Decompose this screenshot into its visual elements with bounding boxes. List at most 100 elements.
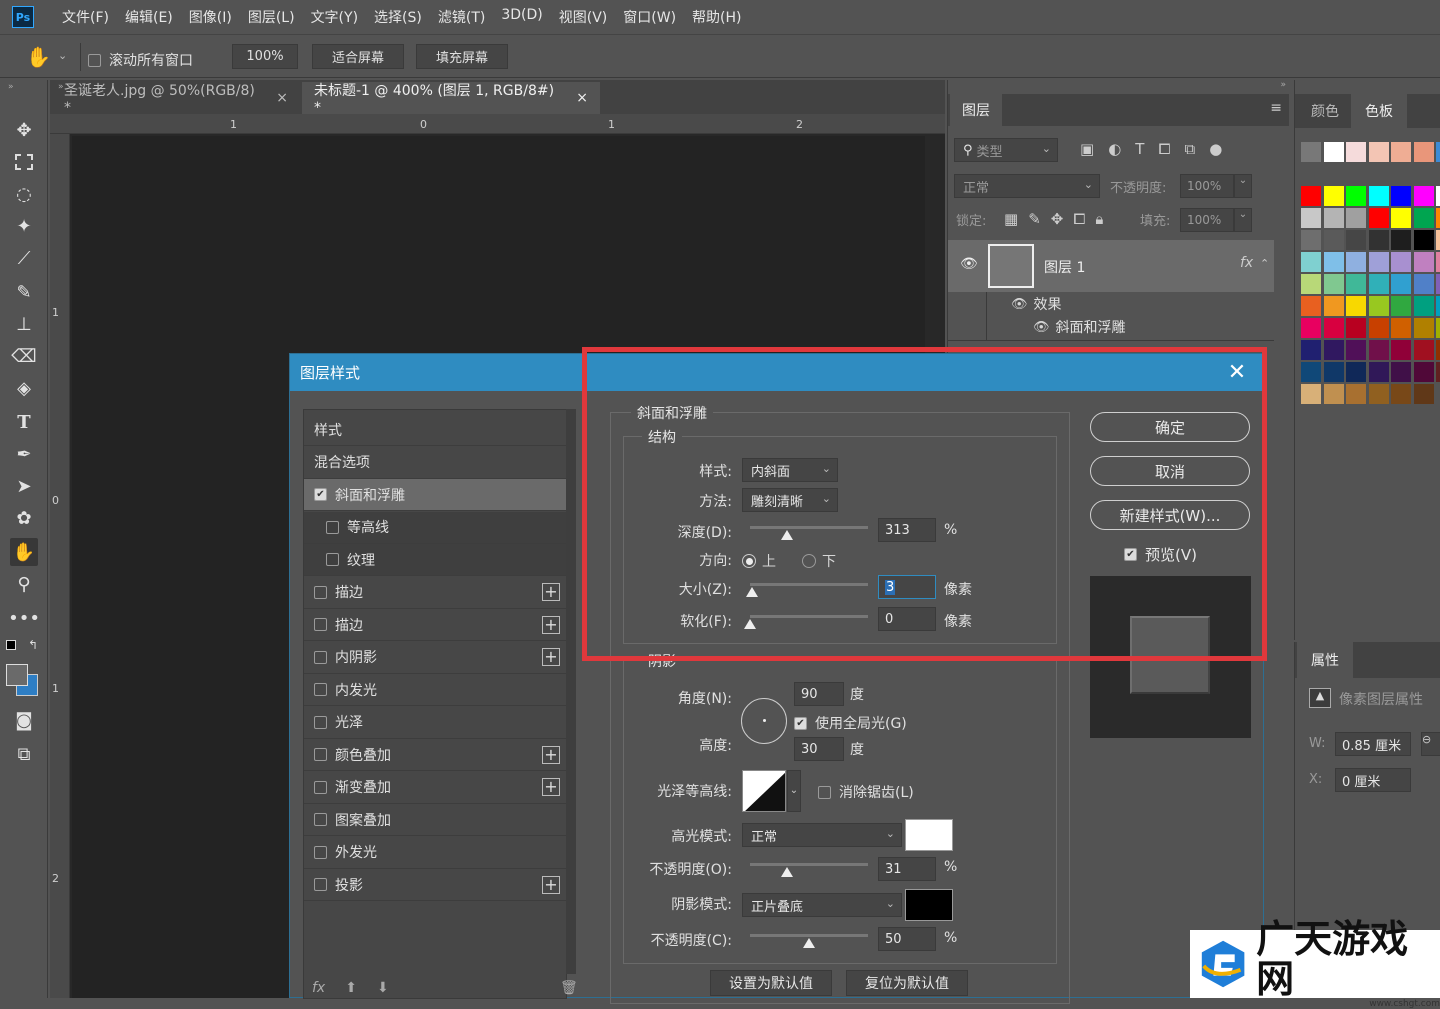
add-icon[interactable]: + xyxy=(542,648,560,666)
marquee-tool-icon[interactable] xyxy=(10,148,38,176)
color-swatch[interactable] xyxy=(1413,384,1434,404)
checkbox-icon[interactable] xyxy=(314,650,327,664)
shape-filter-icon[interactable]: ⧠ xyxy=(1158,140,1170,158)
color-swatch[interactable] xyxy=(1436,230,1440,250)
checkbox-icon[interactable] xyxy=(326,520,339,534)
color-swatch[interactable] xyxy=(1346,318,1366,338)
menu-item[interactable]: 文字(Y) xyxy=(303,7,366,27)
color-swatch[interactable] xyxy=(1368,230,1389,250)
color-swatch[interactable] xyxy=(1301,208,1321,228)
quick-mask-icon[interactable]: ◙ xyxy=(10,706,38,734)
style-list-item[interactable]: 内发光 xyxy=(304,674,566,706)
checkbox-icon[interactable] xyxy=(314,878,327,891)
checkbox-icon[interactable] xyxy=(326,553,339,566)
chevron-down-icon[interactable]: ⌄ xyxy=(787,770,801,812)
gloss-contour-picker[interactable] xyxy=(742,770,786,812)
color-swatch[interactable] xyxy=(1323,296,1344,316)
close-icon[interactable]: × xyxy=(276,90,288,106)
smart-object-filter-icon[interactable]: ⧉ xyxy=(1184,140,1195,158)
style-list-item[interactable]: 样式 xyxy=(304,414,566,446)
adjustment-filter-icon[interactable]: ◐ xyxy=(1108,140,1121,158)
color-swatch[interactable] xyxy=(1301,186,1321,206)
brush-tool-icon[interactable]: ✎ xyxy=(10,278,38,306)
add-icon[interactable]: + xyxy=(542,745,560,764)
lock-pixels-icon[interactable]: ✎ xyxy=(1028,210,1041,228)
color-swatch[interactable] xyxy=(1436,274,1440,294)
custom-shape-tool-icon[interactable]: ✿ xyxy=(10,504,38,532)
width-input[interactable]: 0.85 厘米 xyxy=(1335,732,1411,756)
global-light-checkbox[interactable]: ✔ 使用全局光(G) xyxy=(794,713,907,733)
swatch-grid[interactable] xyxy=(1295,140,1440,480)
checkbox-icon[interactable] xyxy=(314,748,327,761)
tab-swatches[interactable]: 色板 xyxy=(1351,94,1407,128)
move-up-icon[interactable]: ⬆ xyxy=(345,980,357,996)
color-swatch[interactable] xyxy=(1346,384,1366,404)
color-swatch[interactable] xyxy=(1346,208,1366,228)
color-swatch[interactable] xyxy=(1368,274,1389,294)
color-swatch[interactable] xyxy=(1413,340,1434,360)
color-swatch[interactable] xyxy=(1368,318,1389,338)
menu-item[interactable]: 帮助(H) xyxy=(684,7,749,27)
menu-item[interactable]: 图层(L) xyxy=(240,7,303,27)
highlight-opacity-slider[interactable] xyxy=(750,863,868,866)
path-selection-tool-icon[interactable]: ➤ xyxy=(10,472,38,500)
color-swatch[interactable] xyxy=(1301,296,1321,316)
effects-row[interactable]: 👁︎ 效果 xyxy=(1011,294,1062,314)
chevron-up-icon[interactable]: ⌃ xyxy=(1260,257,1269,270)
altitude-input[interactable]: 30 xyxy=(794,737,844,761)
fit-screen-button[interactable]: 适合屏幕 xyxy=(312,44,404,69)
checkbox-icon[interactable] xyxy=(314,813,327,826)
default-colors-icon[interactable] xyxy=(6,640,16,650)
color-swatch[interactable] xyxy=(1413,296,1434,316)
color-swatch[interactable] xyxy=(1346,142,1366,162)
layer-name[interactable]: 图层 1 xyxy=(1044,257,1085,277)
color-swatch[interactable] xyxy=(1301,230,1321,250)
type-tool-icon[interactable]: T xyxy=(10,408,38,436)
trash-icon[interactable]: 🗑︎ xyxy=(560,980,578,996)
style-list-item[interactable]: 描边 + xyxy=(304,577,566,609)
color-swatch[interactable] xyxy=(1301,252,1321,272)
style-list-item[interactable]: ✔ 斜面和浮雕 xyxy=(304,479,566,511)
checkbox-icon[interactable] xyxy=(314,683,327,696)
add-icon[interactable]: + xyxy=(542,875,560,894)
color-swatch[interactable] xyxy=(1413,230,1434,250)
color-swatch[interactable] xyxy=(1323,274,1344,294)
color-swatch[interactable] xyxy=(1413,362,1434,382)
color-swatch[interactable] xyxy=(1346,186,1366,206)
color-swatch[interactable] xyxy=(1436,362,1440,382)
hand-tool-icon[interactable]: ✋ xyxy=(26,45,51,69)
color-swatch[interactable] xyxy=(1301,142,1321,162)
color-swatch[interactable] xyxy=(1323,208,1344,228)
color-swatch[interactable] xyxy=(1368,296,1389,316)
style-list-item[interactable]: 图案叠加 xyxy=(304,804,566,836)
fx-icon[interactable]: fx xyxy=(1240,255,1253,271)
visibility-eye-icon[interactable]: 👁︎ xyxy=(960,256,978,272)
color-swatch[interactable] xyxy=(1301,384,1321,404)
color-swatch[interactable] xyxy=(1436,186,1440,206)
tab-layers[interactable]: 图层 xyxy=(950,94,1002,126)
pen-tool-icon[interactable]: ✒ xyxy=(10,440,38,468)
angle-dial[interactable] xyxy=(741,698,787,744)
more-tools-icon[interactable]: ••• xyxy=(8,604,40,632)
color-swatch[interactable] xyxy=(1368,340,1389,360)
color-swatch[interactable] xyxy=(1323,318,1344,338)
checkbox-icon[interactable] xyxy=(314,585,327,599)
style-list-item[interactable]: 渐变叠加 + xyxy=(304,772,566,804)
close-icon[interactable]: × xyxy=(576,90,588,106)
move-tool-icon[interactable]: ✥ xyxy=(10,116,38,144)
visibility-eye-icon[interactable]: 👁︎ xyxy=(1011,297,1028,312)
color-swatch[interactable] xyxy=(1346,274,1366,294)
color-swatch[interactable] xyxy=(1391,296,1411,316)
style-list-item[interactable]: 外发光 xyxy=(304,837,566,869)
color-swatch[interactable] xyxy=(1436,340,1440,360)
type-filter-icon[interactable]: T xyxy=(1135,140,1144,158)
color-swatch[interactable] xyxy=(1301,362,1321,382)
color-swatch[interactable] xyxy=(1301,318,1321,338)
style-list-item[interactable]: 投影 + xyxy=(304,869,566,901)
layer-row[interactable]: 👁︎ 图层 1 fx ⌃ xyxy=(948,240,1274,292)
chevron-down-icon[interactable]: ⌄ xyxy=(1234,174,1252,198)
color-swatch[interactable] xyxy=(1391,318,1411,338)
color-swatch[interactable] xyxy=(1413,142,1434,162)
image-filter-icon[interactable]: ▣ xyxy=(1080,140,1094,158)
color-swatch[interactable] xyxy=(1413,186,1434,206)
